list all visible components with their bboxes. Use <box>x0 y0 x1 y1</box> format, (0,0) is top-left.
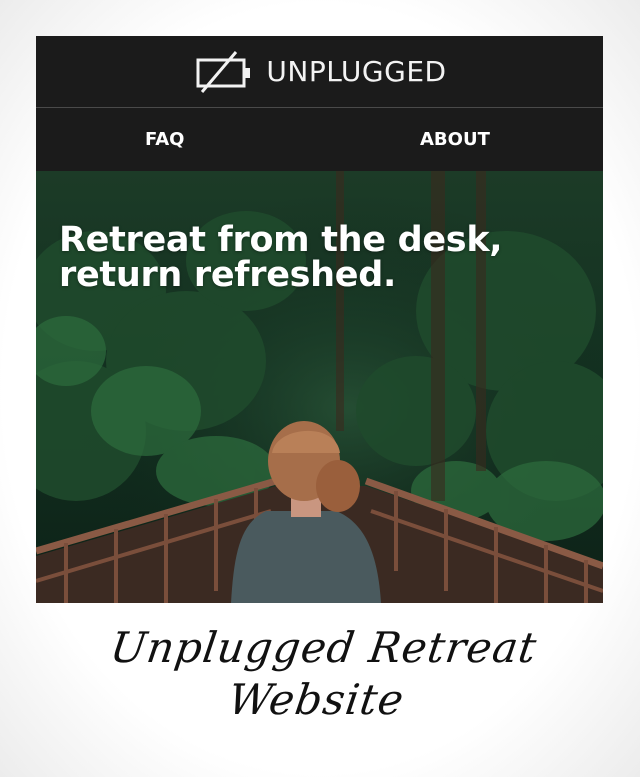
hero-headline: Retreat from the desk, return refreshed. <box>59 223 579 293</box>
main-nav: FAQ ABOUT <box>36 108 603 171</box>
caption-line1: Unplugged Retreat <box>107 623 541 672</box>
handwritten-caption: Unplugged Retreat Website <box>33 622 608 726</box>
website-screenshot: UNPLUGGED FAQ ABOUT Retreat from the des… <box>36 36 603 603</box>
hero-headline-line1: Retreat from the desk, <box>59 220 503 260</box>
brand-name: UNPLUGGED <box>266 55 447 88</box>
nav-item-faq[interactable]: FAQ <box>145 108 184 171</box>
brand-logo[interactable]: UNPLUGGED <box>192 48 446 96</box>
site-header: UNPLUGGED <box>36 36 603 108</box>
caption-line2: Website <box>225 675 408 724</box>
unplugged-battery-icon <box>196 50 251 93</box>
hero-banner: Retreat from the desk, return refreshed. <box>36 171 603 603</box>
nav-item-about[interactable]: ABOUT <box>420 108 490 171</box>
hero-headline-line2: return refreshed. <box>59 255 396 295</box>
